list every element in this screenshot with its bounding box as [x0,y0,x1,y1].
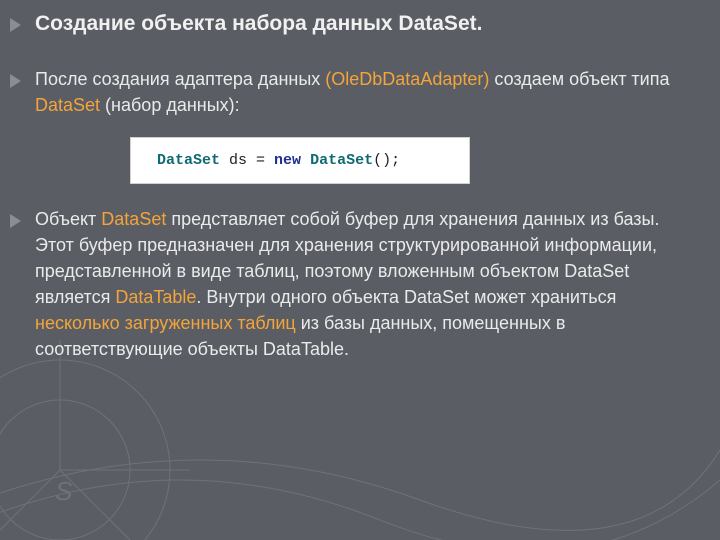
code-eq: = [256,152,274,169]
highlight: несколько загруженных таблиц [35,313,296,333]
paragraph-2: Объект DataSet представляет собой буфер … [35,206,690,363]
bullet-arrow-icon [10,214,21,228]
text: Объект [35,209,101,229]
text: (набор данных): [100,95,240,115]
highlight: (OleDbDataAdapter) [325,69,489,89]
bullet-arrow-icon [10,18,21,32]
code-keyword: new [274,152,301,169]
code-type: DataSet [310,152,373,169]
paragraph-1-row: После создания адаптера данных (OleDbDat… [10,66,690,118]
text: После создания адаптера данных [35,69,325,89]
code-type: DataSet [157,152,220,169]
text: . Внутри одного объекта DataSet может хр… [196,287,616,307]
highlight: DataSet [35,95,100,115]
highlight: DataSet [101,209,166,229]
slide-content: Создание объекта набора данных DataSet. … [0,0,720,390]
paragraph-1: После создания адаптера данных (OleDbDat… [35,66,690,118]
code-var: ds [220,152,256,169]
code-snippet: DataSet ds = new DataSet(); [130,137,470,184]
title-row: Создание объекта набора данных DataSet. [10,10,690,38]
code-paren: (); [373,152,400,169]
bullet-arrow-icon [10,74,21,88]
text: создаем объект типа [489,69,669,89]
paragraph-2-row: Объект DataSet представляет собой буфер … [10,206,690,363]
code-space [301,152,310,169]
highlight: DataTable [115,287,196,307]
slide-title: Создание объекта набора данных DataSet. [35,10,482,38]
svg-text:S: S [55,476,73,506]
